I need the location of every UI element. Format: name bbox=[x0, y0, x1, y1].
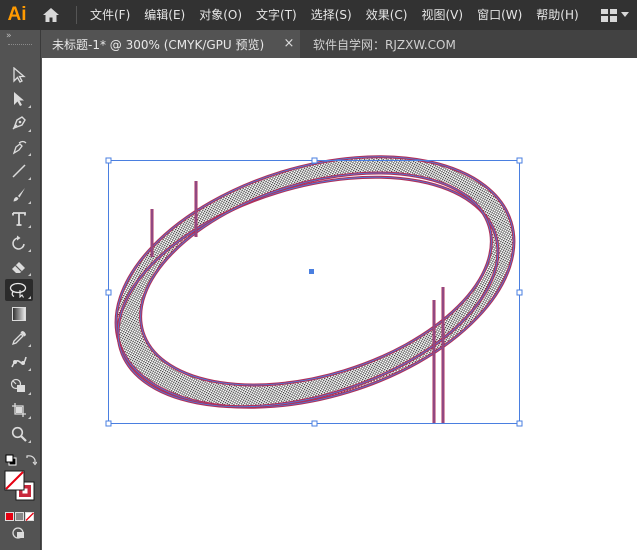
document-tab-label: 未标题-1* @ 300% (CMYK/GPU 预览) bbox=[52, 37, 265, 52]
gradient-mode-icon bbox=[15, 512, 24, 521]
artboard-tool-icon[interactable] bbox=[5, 399, 33, 421]
eraser-tool-icon[interactable] bbox=[5, 256, 33, 278]
menu-effect[interactable]: 效果(C) bbox=[359, 0, 415, 30]
color-mode-icon bbox=[5, 512, 14, 521]
close-tab-icon[interactable]: × bbox=[282, 36, 296, 51]
menu-view[interactable]: 视图(V) bbox=[414, 0, 470, 30]
collapse-panel-icon[interactable]: » bbox=[0, 30, 40, 44]
panel-grip[interactable] bbox=[8, 44, 32, 50]
puppet-warp-tool-icon[interactable] bbox=[5, 351, 33, 373]
artwork bbox=[105, 155, 523, 427]
selection-tool-icon[interactable] bbox=[5, 64, 33, 86]
menu-help[interactable]: 帮助(H) bbox=[529, 0, 585, 30]
default-fill-stroke-icon[interactable] bbox=[5, 451, 17, 466]
menu-bar: Ai 文件(F) 编辑(E) 对象(O) 文字(T) 选择(S) 效果(C) 视… bbox=[0, 0, 637, 30]
artboard-canvas[interactable] bbox=[42, 58, 637, 550]
illustrator-window: Ai 文件(F) 编辑(E) 对象(O) 文字(T) 选择(S) 效果(C) 视… bbox=[0, 0, 637, 550]
menu-edit[interactable]: 编辑(E) bbox=[137, 0, 192, 30]
lasso-tool-icon[interactable] bbox=[5, 279, 33, 301]
draw-mode-icon[interactable] bbox=[10, 525, 26, 539]
type-tool-icon[interactable] bbox=[5, 208, 33, 230]
menu-window[interactable]: 窗口(W) bbox=[470, 0, 529, 30]
menu-divider bbox=[76, 6, 77, 24]
menu-file[interactable]: 文件(F) bbox=[83, 0, 137, 30]
home-icon[interactable] bbox=[34, 0, 68, 30]
workspace-switcher-icon[interactable] bbox=[593, 0, 637, 30]
menu-select[interactable]: 选择(S) bbox=[304, 0, 359, 30]
line-segment-tool-icon[interactable] bbox=[5, 160, 33, 182]
shape-builder-tool-icon[interactable] bbox=[5, 375, 33, 397]
gradient-tool-icon[interactable] bbox=[5, 303, 33, 325]
paintbrush-tool-icon[interactable] bbox=[5, 184, 33, 206]
watermark-text: 软件自学网：RJZXW.COM bbox=[313, 38, 456, 52]
menu-object[interactable]: 对象(O) bbox=[192, 0, 249, 30]
swap-fill-stroke-icon[interactable] bbox=[25, 451, 38, 466]
curvature-tool-icon[interactable] bbox=[5, 136, 33, 158]
direct-selection-tool-icon[interactable] bbox=[5, 88, 33, 110]
color-mode-buttons bbox=[5, 507, 35, 521]
menu-type[interactable]: 文字(T) bbox=[249, 0, 304, 30]
app-logo: Ai bbox=[7, 4, 27, 25]
pen-tool-icon[interactable] bbox=[5, 112, 33, 134]
eyedropper-tool-icon[interactable] bbox=[5, 327, 33, 349]
document-tab[interactable]: 未标题-1* @ 300% (CMYK/GPU 预览) × bbox=[42, 30, 300, 58]
rotate-tool-icon[interactable] bbox=[5, 232, 33, 254]
tools-panel: » bbox=[0, 30, 41, 550]
document-tab-bar: 未标题-1* @ 300% (CMYK/GPU 预览) × 软件自学网：RJZX… bbox=[42, 30, 637, 58]
zoom-tool-icon[interactable] bbox=[5, 423, 33, 445]
fill-stroke-swatch[interactable] bbox=[4, 470, 36, 502]
